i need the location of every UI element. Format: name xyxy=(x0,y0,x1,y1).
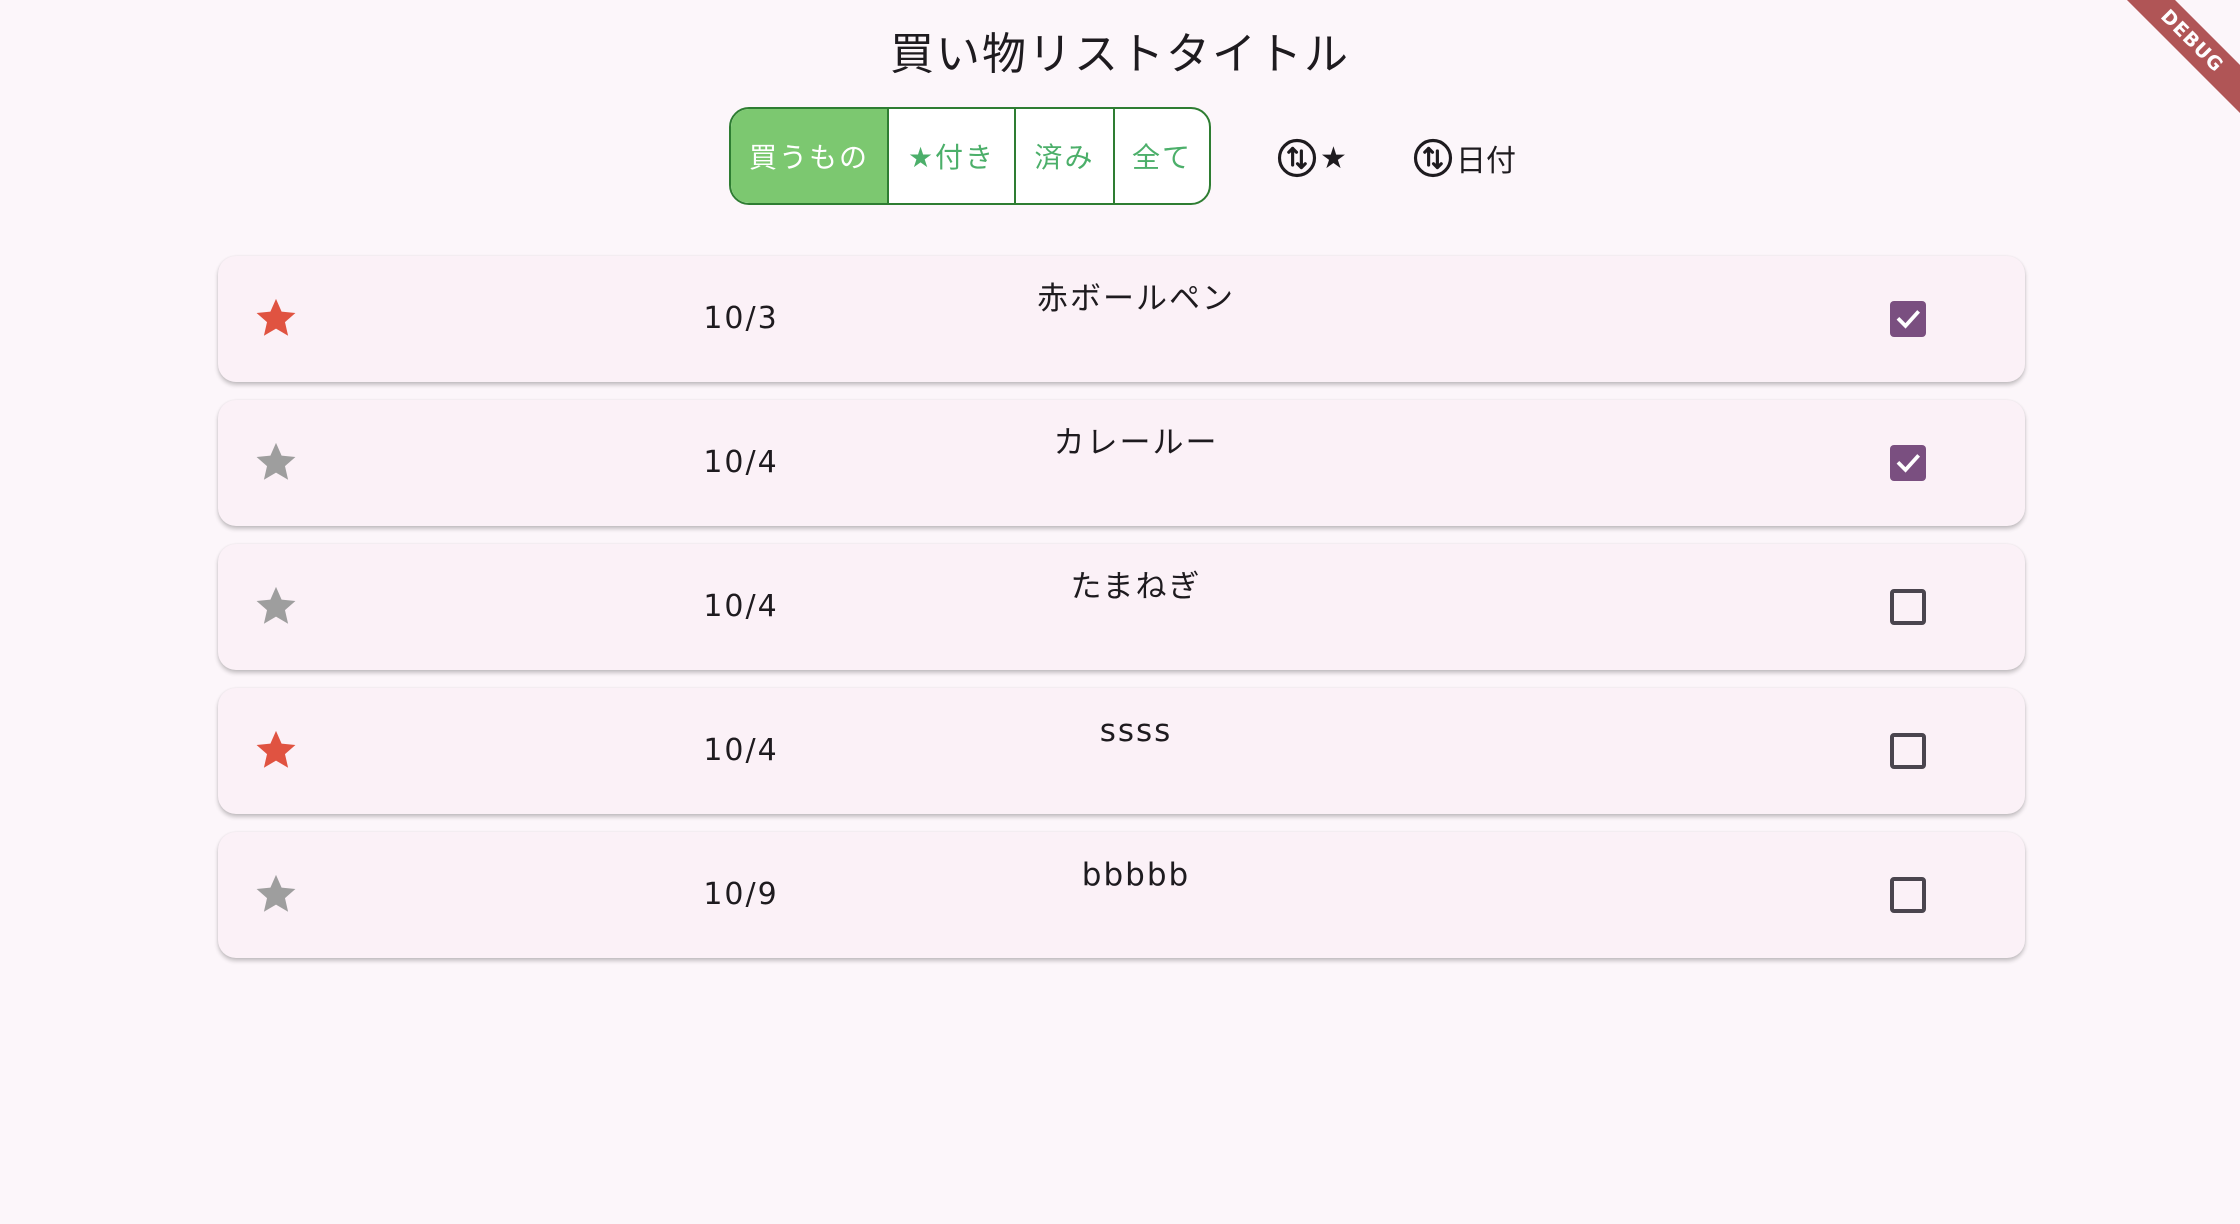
item-checkbox[interactable] xyxy=(1890,445,1926,481)
filter-segment-done[interactable]: 済み xyxy=(1016,109,1115,203)
item-name: カレールー xyxy=(1053,425,1219,461)
check-icon xyxy=(1896,454,1921,473)
star-icon[interactable] xyxy=(254,872,298,916)
item-name: 赤ボールペン xyxy=(1037,281,1235,317)
list-item[interactable]: 10/4 たまねぎ xyxy=(218,544,2025,670)
item-checkbox[interactable] xyxy=(1890,589,1926,625)
item-checkbox[interactable] xyxy=(1890,301,1926,337)
filter-segment-starred[interactable]: ★付き xyxy=(889,109,1016,203)
item-checkbox[interactable] xyxy=(1890,733,1926,769)
item-name: たまねぎ xyxy=(1070,569,1202,605)
item-checkbox[interactable] xyxy=(1890,877,1926,913)
check-icon xyxy=(1896,310,1921,329)
list-item[interactable]: 10/4 カレールー xyxy=(218,400,2025,526)
sort-by-date-button[interactable]: 日付 xyxy=(1412,136,1516,180)
sort-by-star-label: ★ xyxy=(1320,140,1347,176)
list-item[interactable]: 10/4 ssss xyxy=(218,688,2025,814)
star-icon[interactable] xyxy=(254,728,298,772)
star-icon[interactable] xyxy=(254,440,298,484)
item-name: bbbbb xyxy=(1081,857,1191,893)
swap-vertical-circle-icon xyxy=(1277,138,1317,178)
star-icon[interactable] xyxy=(254,584,298,628)
list-item[interactable]: 10/9 bbbbb xyxy=(218,832,2025,958)
filter-segment-all[interactable]: 全て xyxy=(1115,109,1209,203)
star-icon[interactable] xyxy=(254,296,298,340)
sort-by-star-button[interactable]: ★ xyxy=(1276,136,1347,180)
swap-vertical-circle-icon xyxy=(1413,138,1453,178)
app-root: 買い物リストタイトル 買うもの ★付き 済み 全て ★ 日付 10/3 赤ボール… xyxy=(0,0,2240,1224)
item-name: ssss xyxy=(1099,713,1173,749)
filter-segment-to-buy[interactable]: 買うもの xyxy=(731,109,889,203)
list-item[interactable]: 10/3 赤ボールペン xyxy=(218,256,2025,382)
page-title: 買い物リストタイトル xyxy=(890,29,1350,80)
filter-segmented-control: 買うもの ★付き 済み 全て xyxy=(729,107,1211,205)
sort-by-date-label: 日付 xyxy=(1456,144,1516,179)
